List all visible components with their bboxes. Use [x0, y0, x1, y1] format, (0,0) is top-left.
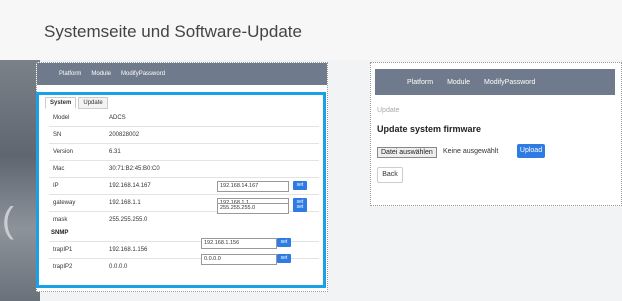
row-label: mask — [53, 217, 68, 223]
divider — [49, 194, 319, 195]
divider — [49, 126, 319, 127]
background-photo: ( — [0, 60, 40, 301]
row-value: 6.31 — [109, 149, 121, 155]
system-tab-highlight: System Update Model ADCS SN 200828002 Vers… — [36, 92, 326, 288]
nav-modify-password[interactable]: ModifyPassword — [484, 79, 535, 86]
row-mask: mask 255.255.255.0 — [53, 213, 219, 227]
row-model: Model ADCS — [53, 111, 219, 125]
row-label: trapIP1 — [53, 247, 73, 253]
back-button[interactable]: Back — [377, 167, 403, 183]
row-label: IP — [53, 183, 59, 189]
nav-modify-password[interactable]: ModifyPassword — [121, 71, 165, 77]
mask-set-button[interactable]: set — [293, 203, 307, 212]
row-label: Mac — [53, 166, 65, 172]
nav-module[interactable]: Module — [447, 79, 470, 86]
nav-platform[interactable]: Platform — [407, 79, 433, 86]
trapip2-set-button[interactable]: set — [277, 254, 291, 263]
upload-button[interactable]: Upload — [517, 144, 545, 158]
ip-set-button[interactable]: set — [293, 181, 307, 190]
row-label: gateway — [53, 200, 76, 206]
row-value: ADCS — [109, 115, 126, 121]
row-sn: SN 200828002 — [53, 128, 219, 142]
row-ip: IP 192.168.14.167 — [53, 179, 219, 193]
row-label: trapIP2 — [53, 264, 73, 270]
row-value: 192.168.14.167 — [109, 183, 151, 189]
row-version: Version 6.31 — [53, 145, 219, 159]
left-navbar: Platform Module ModifyPassword — [37, 63, 327, 85]
row-label: Version — [53, 149, 74, 155]
background-glyph: ( — [2, 199, 14, 240]
nav-platform[interactable]: Platform — [59, 71, 81, 77]
update-heading: Update system firmware — [377, 124, 482, 134]
ip-input[interactable]: 192.168.14.167 — [217, 181, 289, 192]
divider — [49, 143, 319, 144]
row-trapip1: trapIP1 192.168.1.156 — [53, 243, 219, 257]
breadcrumb: Update — [377, 107, 400, 114]
page-title: Systemseite und Software-Update — [44, 22, 302, 41]
row-value: 255.255.255.0 — [109, 217, 148, 223]
tab-system[interactable]: System — [45, 97, 77, 109]
row-mac: Mac 30:71:B2:45:B0:C0 — [53, 162, 219, 176]
right-navbar: Platform Module ModifyPassword — [375, 69, 615, 95]
file-status: Keine ausgewählt — [443, 148, 499, 155]
row-trapip2: trapIP2 0.0.0.0 — [53, 260, 219, 274]
trapip2-input[interactable]: 0.0.0.0 — [201, 254, 277, 265]
row-value: 200828002 — [109, 132, 140, 138]
tab-update[interactable]: Update — [78, 97, 108, 109]
row-value: 192.168.1.1 — [109, 200, 141, 206]
divider — [49, 177, 319, 178]
tab-bar: System Update — [45, 97, 323, 109]
row-label: SN — [53, 132, 62, 138]
row-gateway: gateway 192.168.1.1 — [53, 196, 219, 210]
nav-module[interactable]: Module — [91, 71, 111, 77]
divider — [49, 160, 319, 161]
row-value: 30:71:B2:45:B0:C0 — [109, 166, 160, 172]
trapip1-input[interactable]: 192.168.1.156 — [201, 238, 277, 249]
snmp-section-title: SNMP — [51, 230, 69, 236]
trapip1-set-button[interactable]: set — [277, 238, 291, 247]
file-chooser-button[interactable]: Datei auswählen — [377, 147, 437, 158]
mask-input[interactable]: 255.255.255.0 — [217, 203, 289, 214]
update-panel: Platform Module ModifyPassword Update Up… — [370, 62, 622, 206]
row-label: Model — [53, 115, 70, 121]
